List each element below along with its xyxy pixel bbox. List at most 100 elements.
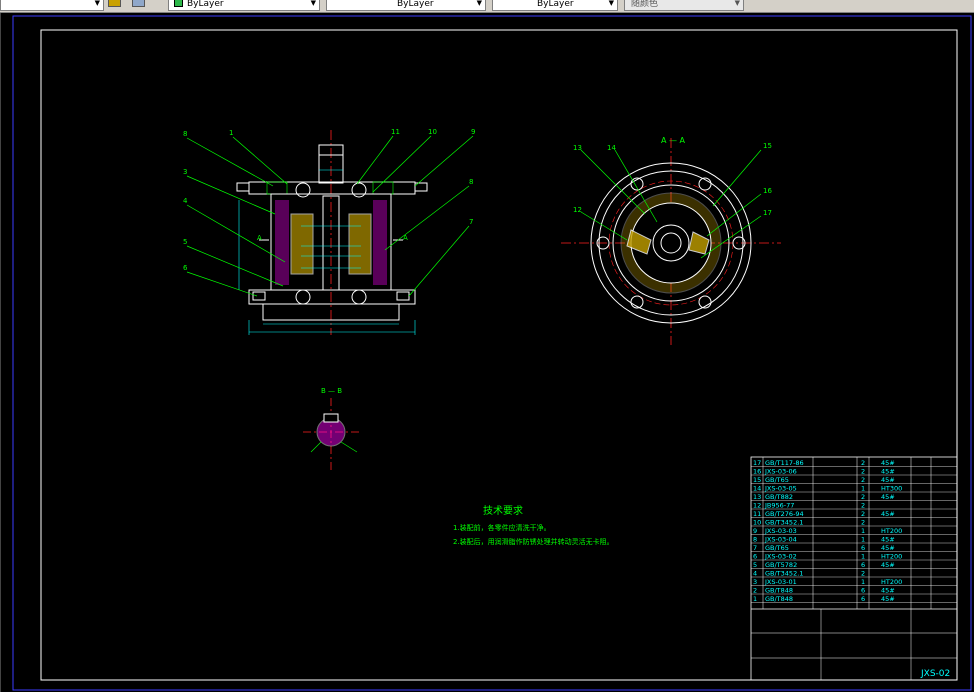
parts-row-qty: 1 — [861, 553, 865, 561]
color-swatch — [174, 0, 183, 7]
parts-row-code: GB/T276-94 — [765, 510, 804, 518]
svg-text:7: 7 — [469, 218, 473, 226]
parts-row-code: GB/T65 — [765, 476, 789, 484]
parts-row-qty: 2 — [861, 502, 865, 510]
parts-row-number: 11 — [753, 510, 761, 518]
layer-combo[interactable]: ▼ — [0, 0, 104, 11]
parts-row-qty: 6 — [861, 587, 865, 595]
notes-title: 技术要求 — [483, 504, 523, 517]
parts-row-material: 45# — [881, 510, 895, 518]
parts-row-qty: 6 — [861, 561, 865, 569]
svg-text:10: 10 — [428, 128, 437, 136]
section-bb-view: B — B — [303, 387, 361, 470]
parts-row-qty: 1 — [861, 485, 865, 493]
lineweight-combo-label: ByLayer — [537, 0, 574, 9]
parts-row-material: 45# — [881, 544, 895, 552]
parts-row-code: GB/T882 — [765, 493, 793, 501]
svg-text:16: 16 — [763, 187, 772, 195]
svg-text:8: 8 — [469, 178, 473, 186]
parts-row-code: GB/T848 — [765, 595, 793, 603]
parts-row-material: HT300 — [881, 485, 902, 493]
parts-row-qty: 6 — [861, 544, 865, 552]
parts-row-number: 10 — [753, 519, 761, 527]
parts-row-number: 15 — [753, 476, 761, 484]
chevron-down-icon: ▼ — [608, 0, 614, 7]
parts-row-number: 5 — [753, 561, 757, 569]
color-combo[interactable]: ByLayer ▼ — [168, 0, 320, 11]
parts-row-qty: 1 — [861, 536, 865, 544]
plotstyle-combo[interactable]: 随颜色 ▼ — [624, 0, 744, 11]
parts-row-qty: 2 — [861, 510, 865, 518]
drawing-canvas[interactable]: 81 34 56 11 10 98 7 AA A — A 13 14 12 15… — [0, 13, 974, 692]
parts-row-material: 45# — [881, 587, 895, 595]
parts-row-qty: 2 — [861, 519, 865, 527]
chevron-down-icon: ▼ — [476, 0, 482, 7]
svg-text:14: 14 — [607, 144, 616, 152]
parts-row-number: 6 — [753, 553, 757, 561]
parts-row-code: GB/T3452.1 — [765, 519, 803, 527]
parts-row-qty: 2 — [861, 476, 865, 484]
drawing-number: JXS-02 — [920, 669, 950, 679]
parts-row-number: 4 — [753, 570, 757, 578]
parts-row-qty: 2 — [861, 570, 865, 578]
parts-row-number: 16 — [753, 468, 761, 476]
parts-row-code: GB/T65 — [765, 544, 789, 552]
svg-text:9: 9 — [471, 128, 475, 136]
drawing-svg: 81 34 56 11 10 98 7 AA A — A 13 14 1215 … — [12, 15, 972, 691]
parts-row-material: 45# — [881, 595, 895, 603]
parts-row-qty: 1 — [861, 578, 865, 586]
parts-row-code: JXS-03-04 — [764, 536, 797, 544]
linetype-combo-label: ByLayer — [397, 0, 434, 9]
parts-row-material: HT200 — [881, 578, 902, 586]
layer-previous-icon[interactable] — [132, 0, 145, 7]
chevron-down-icon: ▼ — [734, 0, 740, 7]
parts-row-qty: 6 — [861, 595, 865, 603]
parts-row-code: JXS-03-06 — [764, 468, 797, 476]
parts-row-code: GB/T117-86 — [765, 459, 804, 467]
parts-list: 17 GB/T117-86 2 45#16 JXS-03-06 2 45#15 GB/T65 2… — [750, 456, 958, 681]
parts-row-qty: 2 — [861, 468, 865, 476]
parts-row-code: JXS-03-03 — [764, 527, 797, 535]
note-1: 1.装配前，各零件应清洗干净。 — [453, 523, 551, 532]
parts-row-material: 45# — [881, 493, 895, 501]
parts-row-number: 13 — [753, 493, 761, 501]
parts-row-number: 7 — [753, 544, 757, 552]
color-combo-label: ByLayer — [187, 0, 224, 9]
properties-toolbar: ▼ ByLayer ▼ ByLayer ▼ ByLayer ▼ 随颜色 ▼ — [0, 0, 974, 13]
svg-text:11: 11 — [391, 128, 400, 136]
parts-row-material: 45# — [881, 468, 895, 476]
parts-row-material: HT200 — [881, 553, 902, 561]
parts-row-qty: 1 — [861, 527, 865, 535]
svg-text:6: 6 — [183, 264, 188, 272]
lineweight-combo[interactable]: ByLayer ▼ — [492, 0, 618, 11]
parts-row-code: GB/T848 — [765, 587, 793, 595]
parts-row-material: HT200 — [881, 527, 902, 535]
outer-border — [12, 15, 972, 691]
svg-text:12: 12 — [573, 206, 582, 214]
chevron-down-icon: ▼ — [310, 0, 316, 7]
section-aa-label: A — A — [661, 136, 686, 145]
technical-notes: 技术要求 1.装配前，各零件应清洗干净。 2.装配后，用润滑脂作防锈处理并转动灵… — [453, 504, 614, 546]
parts-row-number: 3 — [753, 578, 757, 586]
chevron-down-icon: ▼ — [94, 0, 100, 7]
parts-row-code: JXS-03-02 — [764, 553, 797, 561]
parts-row-number: 8 — [753, 536, 757, 544]
note-2: 2.装配后，用润滑脂作防锈处理并转动灵活无卡阻。 — [453, 537, 614, 546]
svg-text:3: 3 — [183, 168, 187, 176]
parts-row-number: 2 — [753, 587, 757, 595]
svg-text:1: 1 — [229, 129, 233, 137]
parts-row-material: 45# — [881, 476, 895, 484]
parts-row-code: JB956-77 — [764, 502, 794, 510]
svg-text:A: A — [257, 234, 262, 242]
parts-row-qty: 2 — [861, 459, 865, 467]
linetype-combo[interactable]: ByLayer ▼ — [326, 0, 486, 11]
parts-row-number: 1 — [753, 595, 757, 603]
parts-row-qty: 2 — [861, 493, 865, 501]
svg-text:17: 17 — [763, 209, 772, 217]
parts-row-number: 9 — [753, 527, 757, 535]
parts-row-number: 12 — [753, 502, 761, 510]
parts-row-number: 14 — [753, 485, 761, 493]
parts-row-number: 17 — [753, 459, 761, 467]
parts-row-code: GB/T3452.1 — [765, 570, 803, 578]
layer-state-icon[interactable] — [108, 0, 121, 7]
